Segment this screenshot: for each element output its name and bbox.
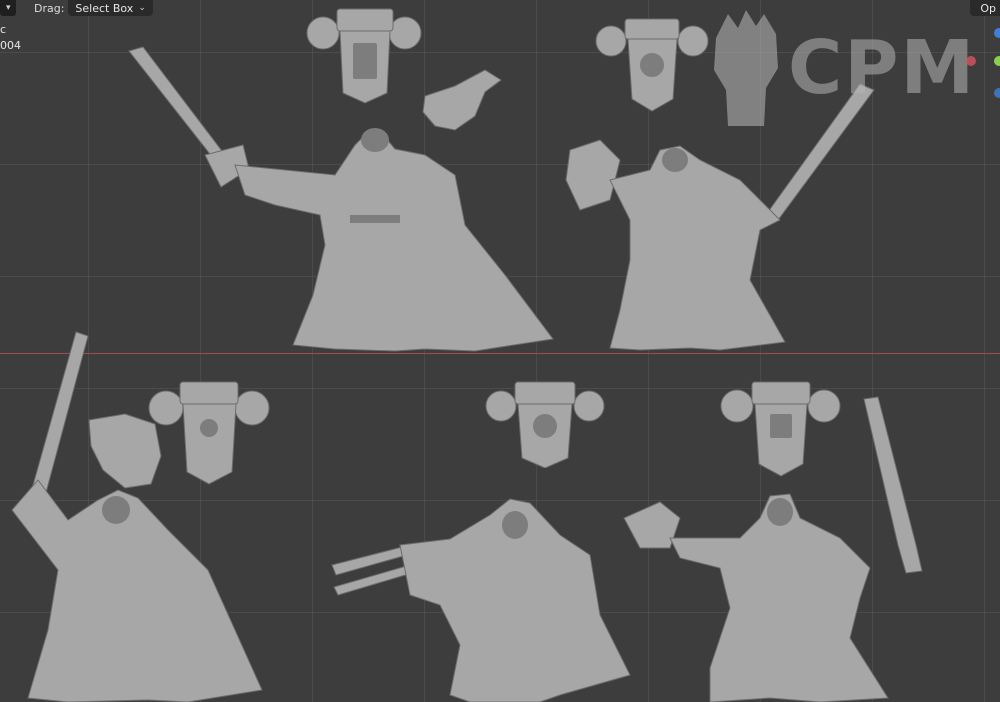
miniature-sword-1[interactable] — [125, 45, 555, 355]
chevron-down-icon: ▾ — [6, 3, 11, 13]
mode-dropdown[interactable]: ▾ — [0, 0, 16, 16]
drag-select-box-value: Select Box — [75, 1, 134, 15]
miniature-pistol[interactable] — [620, 488, 890, 702]
watermark-text: CPM — [788, 25, 977, 111]
raised-fist-icon — [714, 10, 778, 126]
3d-viewport[interactable]: CPM — [0, 0, 1000, 702]
overlay-line-2: 004 — [0, 39, 21, 52]
options-label: Op — [980, 1, 996, 15]
viewport-info-overlay: c 004 — [0, 22, 21, 54]
gizmo-z-axis[interactable] — [994, 28, 1000, 38]
chevron-down-icon: ⌄ — [138, 3, 146, 13]
miniature-chainsword-2[interactable] — [8, 330, 268, 702]
options-button[interactable]: Op — [970, 0, 1000, 16]
drag-label: Drag: — [34, 1, 65, 15]
miniature-claw[interactable] — [330, 495, 640, 702]
cpm-watermark: CPM — [706, 8, 976, 128]
overlay-line-1: c — [0, 23, 7, 36]
gizmo-neg-z-axis[interactable] — [994, 88, 1000, 98]
viewport-header: ▾ Drag: Select Box ⌄ — [0, 0, 153, 16]
gizmo-y-axis[interactable] — [994, 56, 1000, 66]
drag-select-box-dropdown[interactable]: Select Box ⌄ — [68, 0, 153, 16]
backpack-5[interactable] — [720, 378, 842, 478]
backpack-4[interactable] — [485, 378, 605, 468]
gizmo-x-axis[interactable] — [966, 56, 976, 66]
